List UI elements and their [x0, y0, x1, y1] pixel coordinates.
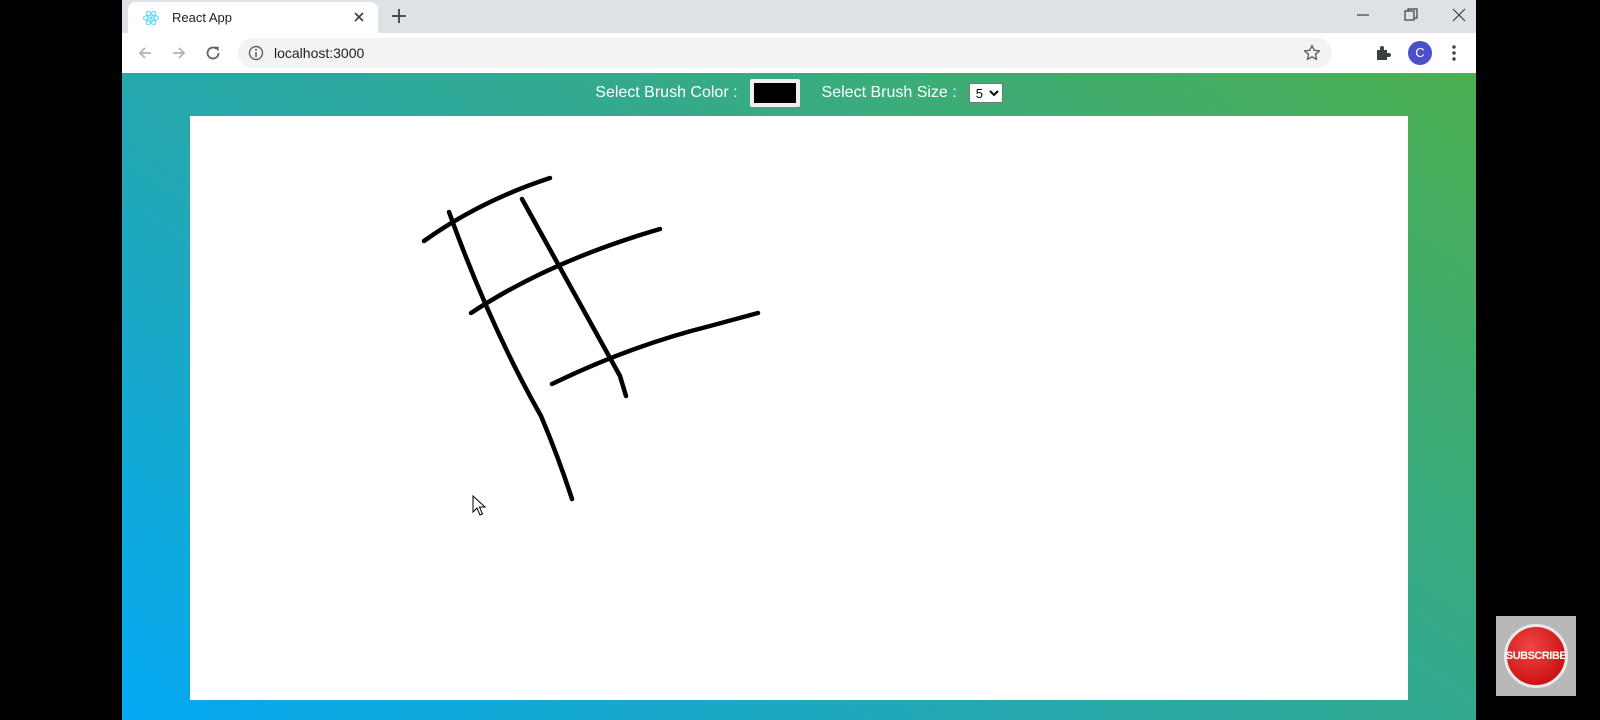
stroke-line: [549, 310, 761, 387]
brush-size-label: Select Brush Size :: [821, 84, 957, 101]
subscribe-button[interactable]: SUBSCRIBE: [1504, 624, 1568, 688]
mouse-cursor-icon: [472, 495, 487, 516]
profile-avatar[interactable]: C: [1408, 41, 1432, 65]
back-icon[interactable]: [134, 42, 156, 64]
react-logo-icon: [142, 10, 160, 26]
new-tab-icon[interactable]: [388, 5, 410, 27]
forward-icon[interactable]: [168, 42, 190, 64]
brush-controls: Select Brush Color : Select Brush Size :…: [122, 73, 1476, 113]
tab-title: React App: [172, 10, 232, 25]
stroke-line: [519, 196, 629, 399]
restore-icon[interactable]: [1400, 4, 1422, 26]
close-tab-icon[interactable]: [350, 8, 368, 26]
site-info-icon[interactable]: [248, 45, 264, 61]
stroke-line: [421, 175, 553, 244]
address-bar[interactable]: localhost:3000: [238, 38, 1332, 68]
page-content: Select Brush Color : Select Brush Size :…: [122, 73, 1476, 720]
browser-toolbar: localhost:3000 C: [122, 33, 1476, 73]
extensions-icon[interactable]: [1372, 41, 1396, 65]
subscribe-overlay[interactable]: SUBSCRIBE: [1496, 616, 1576, 696]
minimize-icon[interactable]: [1352, 4, 1374, 26]
url-text: localhost:3000: [274, 45, 365, 61]
drawn-strokes: [421, 175, 761, 502]
brush-size-select[interactable]: 5: [968, 83, 1003, 103]
stroke-line: [468, 226, 663, 316]
close-window-icon[interactable]: [1448, 4, 1470, 26]
brush-color-picker[interactable]: [749, 79, 800, 107]
reload-icon[interactable]: [202, 42, 224, 64]
brush-color-label: Select Brush Color :: [595, 84, 738, 101]
browser-window: React App localhost:3000 C Select Brush …: [122, 0, 1476, 720]
drawing-canvas[interactable]: [190, 116, 1408, 700]
menu-kebab-icon[interactable]: [1442, 41, 1466, 65]
bookmark-star-icon[interactable]: [1302, 43, 1322, 63]
browser-tab[interactable]: React App: [128, 2, 378, 33]
subscribe-label: SUBSCRIBE: [1505, 650, 1567, 662]
tab-strip: React App: [122, 0, 1476, 33]
